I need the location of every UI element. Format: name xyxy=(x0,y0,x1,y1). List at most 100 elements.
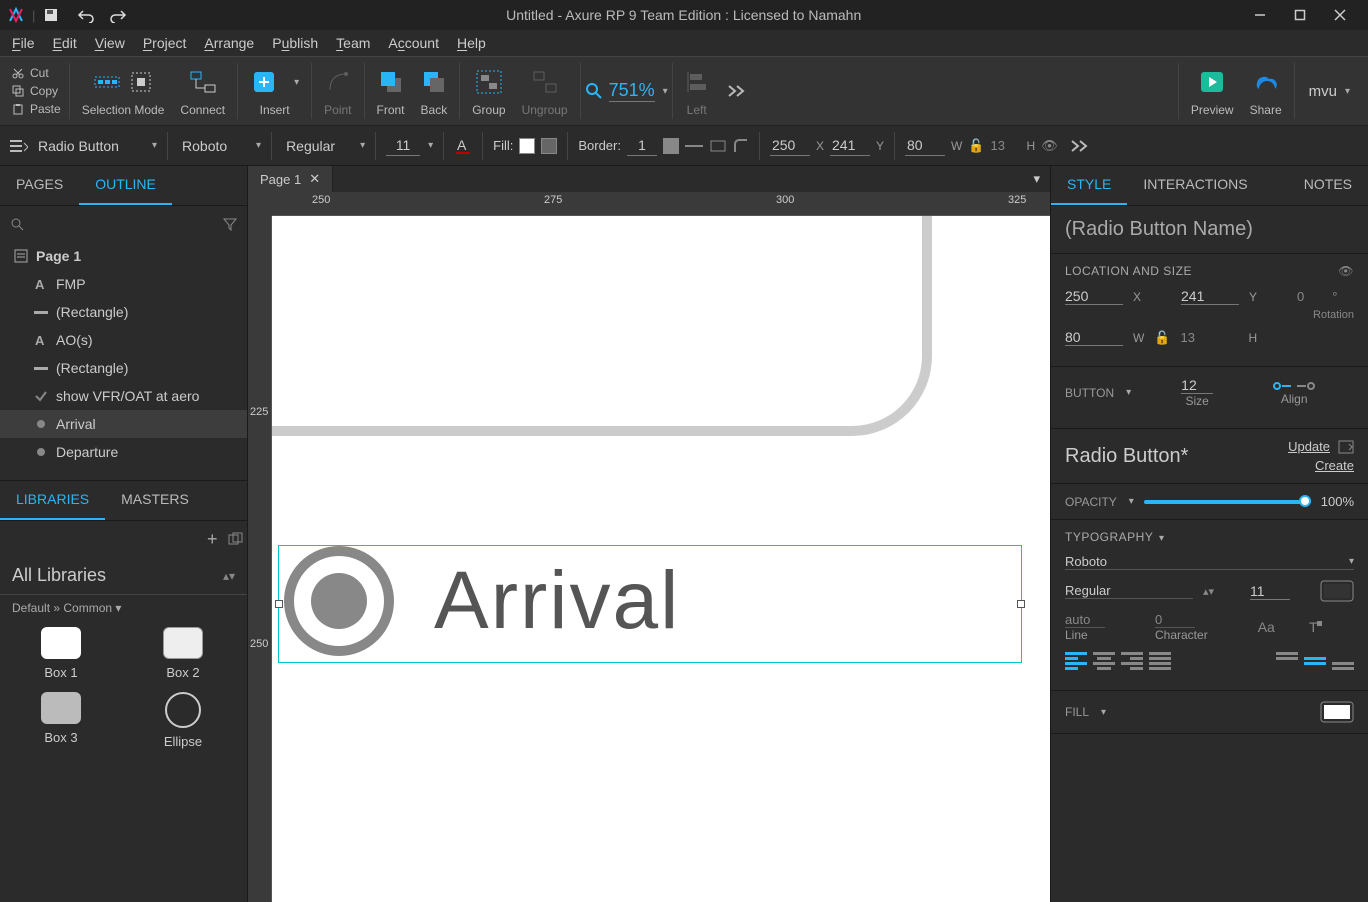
outline-search-input[interactable] xyxy=(34,217,213,232)
library-breadcrumb[interactable]: Default » Common ▾ xyxy=(0,595,247,621)
menu-edit[interactable]: Edit xyxy=(53,35,77,51)
tab-outline[interactable]: OUTLINE xyxy=(79,166,172,205)
inspector-font-select[interactable]: Roboto xyxy=(1065,554,1107,569)
library-widget[interactable]: Ellipse xyxy=(128,692,238,749)
border-color-swatch[interactable] xyxy=(663,138,679,154)
corner-radius-icon[interactable] xyxy=(733,138,749,154)
y-position-input[interactable]: 241 xyxy=(830,135,870,156)
library-widget[interactable]: Box 2 xyxy=(128,627,238,680)
text-align-center[interactable] xyxy=(1093,652,1115,670)
tab-pages[interactable]: PAGES xyxy=(0,166,79,205)
manage-styles-icon[interactable] xyxy=(1338,440,1354,454)
border-visibility-icon[interactable] xyxy=(709,139,727,153)
inspector-font-size-input[interactable]: 11 xyxy=(1250,583,1290,600)
outline-item[interactable]: (Rectangle) xyxy=(0,354,247,382)
outline-item[interactable]: Departure xyxy=(0,438,247,466)
window-maximize[interactable] xyxy=(1280,0,1320,30)
valign-middle[interactable] xyxy=(1304,652,1326,670)
filter-icon[interactable] xyxy=(223,217,237,231)
height-input[interactable]: 13 xyxy=(991,138,1021,153)
menu-help[interactable]: Help xyxy=(457,35,486,51)
toolbar-overflow-icon[interactable] xyxy=(717,84,757,98)
font-family-select[interactable]: Roboto xyxy=(178,136,248,156)
tab-masters[interactable]: MASTERS xyxy=(105,481,205,520)
tab-interactions[interactable]: INTERACTIONS xyxy=(1127,166,1263,205)
button-align-right[interactable] xyxy=(1297,380,1315,392)
valign-bottom[interactable] xyxy=(1332,652,1354,670)
case-icon[interactable]: Aa xyxy=(1258,619,1275,635)
library-widget[interactable]: Box 3 xyxy=(6,692,116,749)
valign-top[interactable] xyxy=(1276,652,1298,670)
outline-item[interactable]: AAO(s) xyxy=(0,326,247,354)
border-width-input[interactable]: 1 xyxy=(627,135,657,156)
visibility-toggle-icon[interactable]: 👁 xyxy=(1338,264,1354,278)
preview-button[interactable]: Preview xyxy=(1183,65,1242,117)
visibility-icon[interactable]: 👁 xyxy=(1041,138,1058,154)
menu-project[interactable]: Project xyxy=(143,35,187,51)
selection-mode-button[interactable]: Selection Mode xyxy=(74,65,173,117)
fill-color-swatch[interactable] xyxy=(519,138,535,154)
style-manager-icon[interactable] xyxy=(8,138,28,154)
tab-notes[interactable]: NOTES xyxy=(1288,166,1368,205)
user-menu[interactable]: mvu▾ xyxy=(1299,83,1360,100)
back-button[interactable]: Back xyxy=(413,65,456,117)
zoom-control[interactable]: 751% ▾ xyxy=(585,80,668,102)
button-size-input[interactable]: 12 xyxy=(1181,377,1213,394)
text-align-right[interactable] xyxy=(1121,652,1143,670)
update-style-button[interactable]: Update xyxy=(1288,439,1330,454)
menu-publish[interactable]: Publish xyxy=(272,35,318,51)
menu-team[interactable]: Team xyxy=(336,35,370,51)
redo-icon[interactable] xyxy=(109,7,127,23)
outline-page-root[interactable]: Page 1 xyxy=(0,242,247,270)
menu-view[interactable]: View xyxy=(95,35,125,51)
window-minimize[interactable] xyxy=(1240,0,1280,30)
font-color-button[interactable]: A xyxy=(454,137,472,155)
paste-button[interactable]: Paste xyxy=(12,102,61,116)
inspector-rotation-input[interactable]: 0 xyxy=(1297,289,1304,304)
fill-color-swatch[interactable] xyxy=(1320,701,1354,723)
tab-style[interactable]: STYLE xyxy=(1051,166,1127,205)
canvas[interactable]: Arrival xyxy=(272,216,1050,902)
widget-type-select[interactable]: Radio Button xyxy=(34,136,144,156)
outline-item[interactable]: Arrival xyxy=(0,410,247,438)
front-button[interactable]: Front xyxy=(369,65,413,117)
font-weight-select[interactable]: Regular xyxy=(282,136,352,156)
widget-name-input[interactable]: (Radio Button Name) xyxy=(1051,206,1368,254)
opacity-slider[interactable] xyxy=(1144,500,1311,504)
inspector-height-input[interactable]: 13 xyxy=(1181,330,1239,345)
close-tab-icon[interactable]: ✕ xyxy=(309,171,320,187)
button-align-left[interactable] xyxy=(1273,380,1291,392)
window-close[interactable] xyxy=(1320,0,1360,30)
line-spacing-input[interactable]: auto xyxy=(1065,612,1105,628)
font-color-swatch[interactable] xyxy=(1320,580,1354,602)
outline-item[interactable]: show VFR/OAT at aero xyxy=(0,382,247,410)
border-style-icon[interactable] xyxy=(685,140,703,152)
more-typography-icon[interactable]: T xyxy=(1307,619,1323,635)
menu-arrange[interactable]: Arrange xyxy=(204,35,254,51)
connect-button[interactable]: Connect xyxy=(172,65,233,117)
outline-item[interactable]: (Rectangle) xyxy=(0,298,247,326)
insert-button[interactable]: ▾ Insert xyxy=(242,65,307,117)
menu-account[interactable]: Account xyxy=(388,35,439,51)
tab-libraries[interactable]: LIBRARIES xyxy=(0,481,105,520)
x-position-input[interactable]: 250 xyxy=(770,135,810,156)
inspector-y-input[interactable]: 241 xyxy=(1181,288,1239,305)
lock-aspect-icon[interactable]: 🔓 xyxy=(968,138,984,154)
group-button[interactable]: Group xyxy=(464,65,513,117)
library-selector[interactable]: All Libraries▴▾ xyxy=(0,557,247,595)
library-panels-icon[interactable] xyxy=(228,532,244,546)
copy-button[interactable]: Copy xyxy=(12,84,61,98)
outline-item[interactable]: AFMP xyxy=(0,270,247,298)
inspector-x-input[interactable]: 250 xyxy=(1065,288,1123,305)
fill-type-swatch[interactable] xyxy=(541,138,557,154)
page-tab[interactable]: Page 1 ✕ xyxy=(248,166,333,192)
library-widget[interactable]: Box 1 xyxy=(6,627,116,680)
width-input[interactable]: 80 xyxy=(905,135,945,156)
char-spacing-input[interactable]: 0 xyxy=(1155,612,1195,628)
add-library-icon[interactable]: + xyxy=(207,529,218,550)
menu-file[interactable]: File xyxy=(12,35,35,51)
undo-icon[interactable] xyxy=(77,7,95,23)
font-size-input[interactable]: 11 xyxy=(386,135,420,156)
formatbar-overflow-icon[interactable] xyxy=(1064,139,1096,153)
inspector-width-input[interactable]: 80 xyxy=(1065,329,1123,346)
